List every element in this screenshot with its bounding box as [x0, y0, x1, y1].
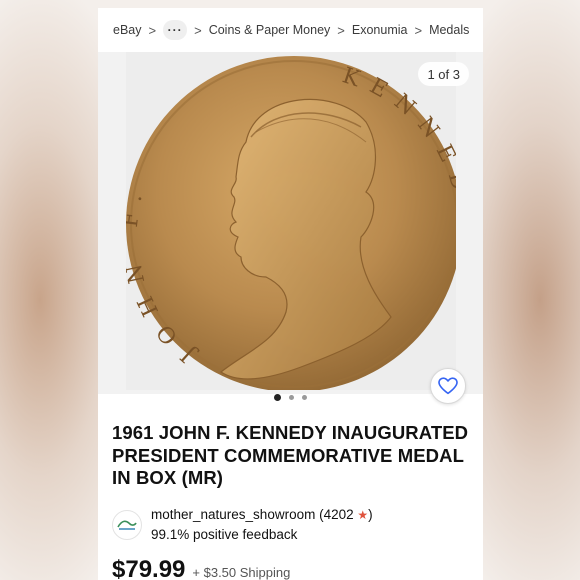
medal-image: JOHN F. KENNEDY	[126, 56, 456, 390]
chevron-right-icon: >	[414, 22, 423, 38]
listing-price: $79.99	[112, 556, 186, 580]
seller-feedback: 99.1% positive feedback	[151, 527, 298, 542]
listing-screen: eBay > ··· > Coins & Paper Money > Exonu…	[98, 8, 483, 580]
breadcrumb-exonumia[interactable]: Exonumia	[352, 23, 408, 37]
chevron-right-icon: >	[148, 22, 157, 38]
seller-score-close: )	[368, 507, 373, 522]
breadcrumb-more-button[interactable]: ···	[163, 20, 188, 40]
breadcrumb-medals[interactable]: Medals	[429, 23, 469, 37]
listing-title: 1961 JOHN F. KENNEDY INAUGURATED PRESIDE…	[112, 422, 469, 488]
shipping-cost: + $3.50 Shipping	[192, 565, 291, 580]
product-image[interactable]: JOHN F. KENNEDY	[126, 52, 456, 390]
chevron-right-icon: >	[194, 22, 202, 38]
breadcrumb-coins-paper-money[interactable]: Coins & Paper Money	[209, 23, 331, 37]
breadcrumb-ebay[interactable]: eBay	[113, 23, 142, 37]
gallery-pagination	[98, 391, 483, 403]
gallery-dot[interactable]	[274, 393, 281, 401]
gallery-dot[interactable]	[289, 394, 294, 400]
store-logo-icon	[117, 520, 137, 530]
image-gallery[interactable]: JOHN F. KENNEDY 1 of 3	[98, 52, 483, 394]
gallery-dot[interactable]	[302, 394, 307, 400]
star-icon: ★	[357, 508, 369, 522]
seller-name-line[interactable]: mother_natures_showroom (4202 ★)	[151, 507, 373, 522]
seller-name[interactable]: mother_natures_showroom	[151, 507, 315, 522]
chevron-right-icon: >	[337, 22, 345, 38]
image-counter: 1 of 3	[418, 62, 469, 86]
seller-info[interactable]: mother_natures_showroom (4202 ★) 99.1% p…	[112, 506, 472, 546]
breadcrumb: eBay > ··· > Coins & Paper Money > Exonu…	[98, 8, 483, 52]
seller-score: (4202	[319, 507, 354, 522]
seller-avatar[interactable]	[112, 510, 142, 540]
price-row: $79.99 + $3.50 Shipping	[112, 556, 290, 580]
